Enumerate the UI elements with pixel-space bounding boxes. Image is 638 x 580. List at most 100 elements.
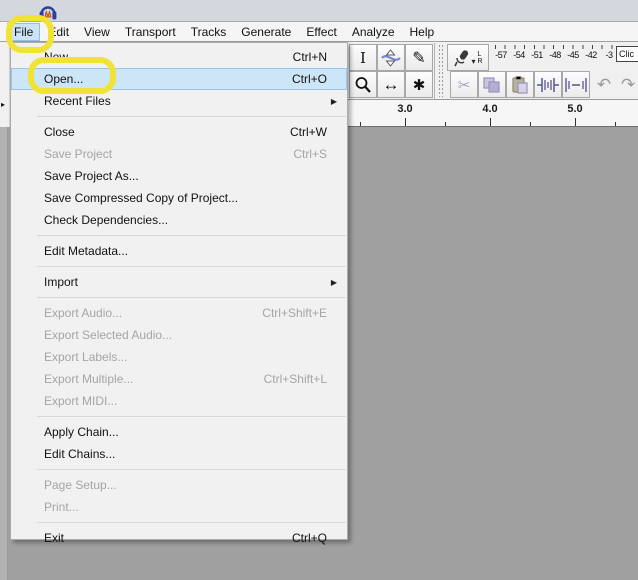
menubar-item-file[interactable]: File xyxy=(7,22,41,41)
timeline-label: 4.0 xyxy=(482,103,498,115)
audacity-logo-icon xyxy=(38,1,58,21)
menu-item-label: Export MIDI... xyxy=(44,394,118,408)
menu-item-open[interactable]: Open... Ctrl+O xyxy=(11,68,347,90)
menu-item-save-project-as[interactable]: Save Project As... xyxy=(11,165,347,187)
trim-audio-button[interactable] xyxy=(534,71,562,98)
file-menu-popup: New Ctrl+N Open... Ctrl+O Recent Files ▶ Close… xyxy=(10,42,348,545)
menu-item-save-compressed-copy-of-project[interactable]: Save Compressed Copy of Project... xyxy=(11,187,347,209)
menu-item-new[interactable]: New Ctrl+N xyxy=(11,46,347,68)
meter-scale: -57 -54 -51 -48 -45 -42 -3 xyxy=(492,50,618,60)
time-shift-tool-button[interactable]: ↔ xyxy=(377,71,405,98)
menu-item-shortcut: Ctrl+W xyxy=(290,125,327,139)
timeline-major-tick xyxy=(490,118,491,126)
timeline-minor-tick xyxy=(530,122,531,126)
trim-audio-icon xyxy=(537,77,559,93)
menu-item-shortcut: Ctrl+N xyxy=(292,50,327,64)
undo-button[interactable]: ↶ xyxy=(593,72,615,97)
silence-audio-button[interactable] xyxy=(562,71,590,98)
menu-item-shortcut: Ctrl+O xyxy=(291,72,327,86)
copy-button[interactable] xyxy=(478,71,506,98)
timeline-major-tick xyxy=(575,118,576,126)
menu-item-apply-chain[interactable]: Apply Chain... xyxy=(11,421,347,443)
menu-item-label: Edit Metadata... xyxy=(44,244,129,258)
menu-item-export-midi[interactable]: Export MIDI... xyxy=(11,390,347,412)
menu-separator xyxy=(37,235,346,236)
menu-item-label: Recent Files xyxy=(44,94,111,108)
menu-item-shortcut: Ctrl+Q xyxy=(291,531,327,545)
menubar-item-edit[interactable]: Edit xyxy=(41,23,76,41)
magnifier-icon xyxy=(354,76,372,94)
meter-toolbar-grip[interactable] xyxy=(438,45,444,70)
menubar-item-transport[interactable]: Transport xyxy=(118,23,183,41)
menu-item-label: Export Audio... xyxy=(44,306,123,320)
selection-tool-icon: I xyxy=(360,48,366,67)
cut-button[interactable]: ✂ xyxy=(450,71,478,98)
menu-item-label: Apply Chain... xyxy=(44,425,119,439)
menubar-item-analyze[interactable]: Analyze xyxy=(345,23,402,41)
draw-tool-button[interactable]: ✎ xyxy=(405,44,433,71)
menubar-item-generate[interactable]: Generate xyxy=(234,23,298,41)
menu-item-close[interactable]: Close Ctrl+W xyxy=(11,121,347,143)
menu-item-label: Check Dependencies... xyxy=(44,213,169,227)
menubar-item-effect[interactable]: Effect xyxy=(299,23,343,41)
menu-item-import[interactable]: Import ▶ xyxy=(11,271,347,293)
menu-item-shortcut: Ctrl+S xyxy=(293,147,327,161)
meter-tick-marks xyxy=(495,45,617,49)
menu-item-export-audio[interactable]: Export Audio... Ctrl+Shift+E xyxy=(11,302,347,324)
menubar-item-tracks[interactable]: Tracks xyxy=(184,23,234,41)
menu-item-export-labels[interactable]: Export Labels... xyxy=(11,346,347,368)
redo-button[interactable]: ↷ xyxy=(617,72,638,97)
menubar-item-view[interactable]: View xyxy=(77,23,117,41)
timeline-label: 5.0 xyxy=(567,103,583,115)
multi-tool-button[interactable]: ✱ xyxy=(405,71,433,98)
menu-item-label: Print... xyxy=(44,500,79,514)
menu-item-label: Edit Chains... xyxy=(44,447,116,461)
edit-toolbar-grip[interactable] xyxy=(438,72,444,97)
menu-item-label: Save Project xyxy=(44,147,113,161)
zoom-tool-button[interactable] xyxy=(349,71,377,98)
menu-item-export-selected-audio[interactable]: Export Selected Audio... xyxy=(11,324,347,346)
left-edge-arrow-icon: ▸ xyxy=(1,100,6,109)
multi-tool-icon: ✱ xyxy=(412,76,426,94)
envelope-tool-button[interactable] xyxy=(377,44,405,71)
menu-item-edit-metadata[interactable]: Edit Metadata... xyxy=(11,240,347,262)
menu-item-label: New xyxy=(44,50,69,64)
copy-icon xyxy=(483,76,501,93)
menubar-item-help[interactable]: Help xyxy=(403,23,442,41)
menu-item-label: Export Selected Audio... xyxy=(44,328,173,342)
microphone-icon xyxy=(453,49,469,67)
timeline-major-tick xyxy=(405,118,406,126)
menu-separator xyxy=(37,416,346,417)
window-left-edge: ▸ xyxy=(0,42,10,127)
meter-scale-label: -42 xyxy=(585,50,597,60)
menu-item-label: Import xyxy=(44,275,79,289)
menu-item-label: Export Multiple... xyxy=(44,372,134,386)
menu-separator xyxy=(37,297,346,298)
menu-item-edit-chains[interactable]: Edit Chains... xyxy=(11,443,347,465)
paste-button[interactable] xyxy=(506,71,534,98)
submenu-arrow-icon: ▶ xyxy=(330,96,337,106)
menu-item-exit[interactable]: Exit Ctrl+Q xyxy=(11,527,347,549)
redo-icon: ↷ xyxy=(620,74,636,94)
selection-tool-button[interactable]: I xyxy=(349,44,377,71)
audacity-window: { "menubar": { "items": ["File", "Edit",… xyxy=(0,0,638,580)
menu-item-export-multiple[interactable]: Export Multiple... Ctrl+Shift+L xyxy=(11,368,347,390)
meter-scale-label: -48 xyxy=(549,50,561,60)
timeline-label: 3.0 xyxy=(397,103,413,115)
menu-item-save-project[interactable]: Save Project Ctrl+S xyxy=(11,143,347,165)
meter-label-right: R xyxy=(477,57,483,65)
record-meter-button[interactable]: ▾ L R xyxy=(447,44,489,71)
menu-bar: File Edit View Transport Tracks Generate Effec… xyxy=(0,22,638,42)
menu-item-recent-files[interactable]: Recent Files ▶ xyxy=(11,90,347,112)
meter-scale-label: -51 xyxy=(531,50,543,60)
meter-tooltip: Clic xyxy=(616,46,638,62)
menu-item-check-dependencies[interactable]: Check Dependencies... xyxy=(11,209,347,231)
menu-item-label: Page Setup... xyxy=(44,478,117,492)
menu-item-page-setup[interactable]: Page Setup... xyxy=(11,474,347,496)
menu-item-print[interactable]: Print... xyxy=(11,496,347,518)
meter-scale-label: -54 xyxy=(513,50,525,60)
mic-dropdown-icon: ▾ xyxy=(471,57,476,66)
pencil-icon: ✎ xyxy=(412,49,426,67)
meter-channel-labels: L R xyxy=(477,51,482,65)
menu-separator xyxy=(37,469,346,470)
